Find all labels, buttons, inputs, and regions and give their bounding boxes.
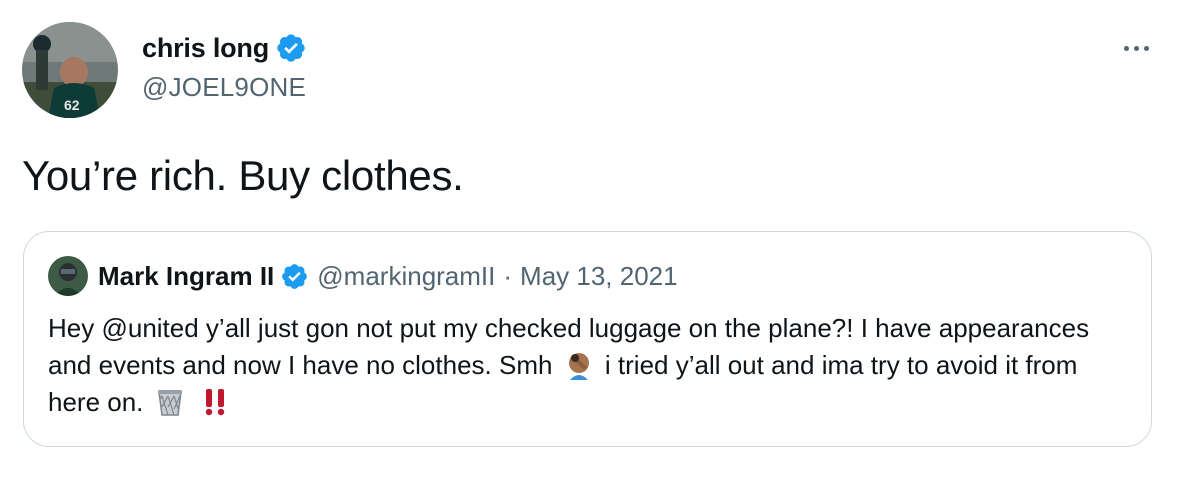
more-dot: [1143, 45, 1149, 51]
quoted-tweet-date: May 13, 2021: [520, 260, 678, 291]
more-dot: [1133, 45, 1139, 51]
avatar-photo: 62: [22, 22, 118, 118]
author-info: chris long @JOEL9ONE: [142, 30, 307, 103]
author-avatar[interactable]: 62: [22, 22, 118, 118]
author-display-name[interactable]: chris long: [142, 33, 269, 64]
more-options-icon[interactable]: [1116, 36, 1156, 60]
quoted-author-name: Mark Ingram II: [98, 260, 275, 291]
wastebasket-emoji: [157, 390, 182, 416]
quoted-author-avatar: [48, 256, 88, 296]
tweet-card: 62 chris long @JOEL9ONE You’re rich. Buy…: [0, 0, 1180, 478]
verified-badge-icon: [282, 263, 308, 289]
svg-text:62: 62: [64, 97, 80, 113]
avatar-photo: [48, 256, 88, 296]
author-handle[interactable]: @JOEL9ONE: [142, 72, 307, 103]
verified-badge-icon: [277, 34, 305, 62]
double-exclamation-emoji: [205, 389, 225, 416]
quoted-tweet-text: Hey @united y’all just gon not put my ch…: [48, 310, 1133, 421]
quoted-tweet-header: Mark Ingram II @markingramII · May 13, 2…: [48, 256, 678, 296]
quoted-tweet[interactable]: Mark Ingram II @markingramII · May 13, 2…: [23, 231, 1152, 447]
separator-dot: ·: [503, 260, 513, 291]
author-name-row: chris long: [142, 30, 307, 66]
tweet-text: You’re rich. Buy clothes.: [22, 152, 464, 199]
facepalm-emoji: [568, 353, 589, 380]
more-dot: [1123, 45, 1129, 51]
quoted-author-handle: @markingramII: [317, 260, 496, 291]
